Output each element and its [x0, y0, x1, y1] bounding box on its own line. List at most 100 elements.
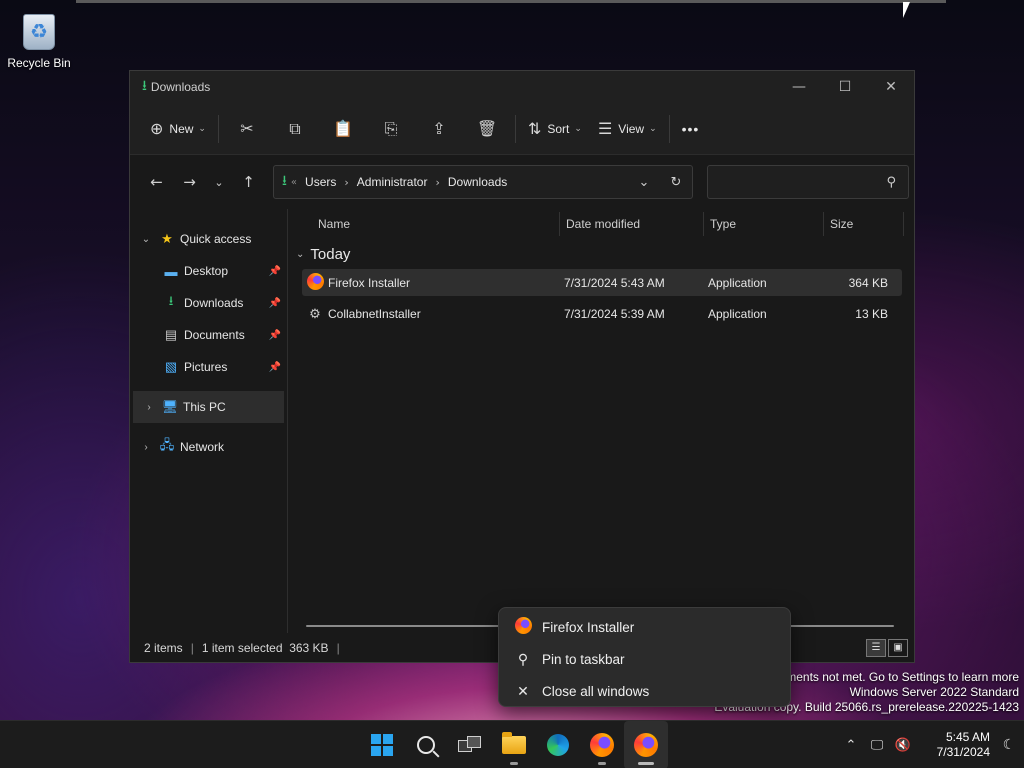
delete-button[interactable]: 🗑 [463, 112, 511, 146]
nav-label: This PC [183, 400, 226, 414]
rename-button[interactable]: ⎘ [367, 112, 415, 146]
search-button[interactable] [404, 721, 448, 768]
new-label: New [169, 121, 194, 136]
nav-label: Documents [184, 328, 245, 342]
file-row[interactable]: ⚙ CollabnetInstaller 7/31/2024 5:39 AM A… [302, 300, 902, 327]
chevron-down-icon: ⌄ [198, 123, 206, 133]
forward-button[interactable]: → [173, 167, 206, 197]
chevron-down-icon: ⌄ [214, 175, 224, 189]
close-button[interactable]: ✕ [868, 71, 914, 103]
recycle-bin-desktop-icon[interactable]: Recycle Bin [4, 8, 74, 70]
arrow-up-icon: ↑ [242, 173, 255, 191]
file-name: CollabnetInstaller [328, 306, 421, 321]
column-size[interactable]: Size [824, 212, 904, 236]
file-type: Application [708, 306, 767, 321]
chevron-right-icon[interactable]: › [344, 176, 348, 189]
jump-list-app-item[interactable]: Firefox Installer [499, 611, 790, 643]
taskbar-jump-list: Firefox Installer ⚲ Pin to taskbar ✕ Clo… [498, 607, 791, 707]
breadcrumb-users[interactable]: Users [305, 175, 336, 189]
focus-assist-moon-icon[interactable]: ☾ [994, 737, 1024, 753]
item-count: 2 items [144, 640, 183, 655]
file-row[interactable]: Firefox Installer 7/31/2024 5:43 AM Appl… [302, 269, 902, 296]
column-headers: Name Date modified Type Size [288, 209, 914, 239]
pin-to-taskbar-item[interactable]: ⚲ Pin to taskbar [499, 643, 790, 675]
arrow-right-icon: → [183, 173, 196, 191]
breadcrumb-downloads[interactable]: Downloads [448, 175, 507, 189]
history-dropdown-icon[interactable]: ⌄ [628, 175, 660, 190]
breadcrumb-administrator[interactable]: Administrator [357, 175, 428, 189]
nav-downloads[interactable]: ⭳ Downloads 📌 [130, 287, 287, 319]
star-icon: ★ [161, 231, 173, 246]
show-hidden-icons-chevron-icon[interactable]: ⌃ [838, 738, 864, 753]
close-all-windows-item[interactable]: ✕ Close all windows [499, 675, 790, 707]
task-view-icon [458, 736, 482, 754]
back-button[interactable]: ← [140, 167, 173, 197]
nav-desktop[interactable]: ▬ Desktop 📌 [130, 255, 287, 287]
share-button[interactable]: ⇪ [415, 112, 463, 146]
column-name[interactable]: Name [288, 212, 560, 236]
address-bar[interactable]: ⭳ « Users › Administrator › Downloads ⌄ … [273, 165, 693, 199]
file-explorer-taskbar-button[interactable] [492, 721, 536, 768]
edge-icon [547, 734, 569, 756]
file-type: Application [708, 275, 767, 290]
nav-quick-access[interactable]: ⌄ ★ Quick access [130, 223, 287, 255]
nav-network[interactable]: › 🖧 Network [130, 431, 287, 463]
recent-locations-button[interactable]: ⌄ [206, 167, 232, 197]
refresh-icon[interactable]: ↻ [660, 175, 692, 190]
windows-logo-icon [371, 734, 393, 756]
nav-this-pc[interactable]: › 🖥 This PC [133, 391, 284, 423]
view-button[interactable]: ☰ View ⌄ [590, 112, 665, 146]
jump-list-label: Close all windows [542, 683, 650, 699]
search-icon: ⚲ [886, 174, 896, 190]
expand-chevron-icon[interactable]: › [141, 402, 157, 413]
volume-muted-icon[interactable]: 🔇 [890, 738, 916, 753]
column-date-modified[interactable]: Date modified [560, 212, 704, 236]
network-status-icon[interactable]: 🖵 [864, 738, 890, 753]
arrow-left-icon: ← [150, 173, 163, 191]
taskbar-apps [360, 721, 668, 768]
application-icon: ⚙ [309, 305, 321, 321]
explorer-body: ⌄ ★ Quick access ▬ Desktop 📌 ⭳ Downloads… [130, 209, 914, 633]
search-input[interactable]: ⚲ [707, 165, 909, 199]
details-view-button[interactable]: ☰ [866, 638, 886, 657]
chevron-down-icon: ⌄ [574, 123, 582, 133]
overflow-chevron-icon[interactable]: « [291, 177, 297, 188]
edge-taskbar-button[interactable] [536, 721, 580, 768]
group-header-today[interactable]: ⌄ Today [288, 239, 914, 269]
title-bar[interactable]: ⭳ Downloads — ☐ ✕ [130, 71, 914, 103]
search-icon [417, 736, 435, 754]
pin-icon: 📌 [268, 361, 281, 373]
list-view-icon: ☰ [597, 120, 613, 138]
more-options-button[interactable]: ••• [674, 112, 708, 146]
downloads-icon: ⭳ [168, 293, 174, 308]
start-button[interactable] [360, 721, 404, 768]
copy-button[interactable]: ⧉ [271, 112, 319, 146]
task-view-button[interactable] [448, 721, 492, 768]
address-actions: ⌄ ↻ [628, 175, 692, 190]
network-icon: 🖧 [159, 437, 175, 452]
clock[interactable]: 5:45 AM 7/31/2024 [916, 730, 994, 760]
chevron-right-icon[interactable]: › [435, 176, 439, 189]
nav-documents[interactable]: ▤ Documents 📌 [130, 319, 287, 351]
tiles-view-button[interactable]: ▣ [888, 638, 908, 657]
sort-button[interactable]: ⇅ Sort ⌄ [520, 112, 590, 146]
nav-pictures[interactable]: ▧ Pictures 📌 [130, 351, 287, 383]
expand-chevron-icon[interactable]: ⌄ [138, 234, 154, 245]
computer-icon: 🖥 [161, 399, 179, 414]
column-type[interactable]: Type [704, 212, 824, 236]
sort-label: Sort [547, 121, 570, 136]
minimize-button[interactable]: — [776, 71, 822, 103]
paste-button[interactable]: 📋 [319, 112, 367, 146]
selection-info: 1 item selected 363 KB [201, 640, 329, 655]
firefox-taskbar-button[interactable] [580, 721, 624, 768]
firefox-installer-taskbar-button[interactable] [624, 721, 668, 768]
maximize-button[interactable]: ☐ [822, 71, 868, 103]
cut-button[interactable]: ✂ [223, 112, 271, 146]
new-button[interactable]: ⊕ New ⌄ [142, 112, 214, 146]
plus-circle-icon: ⊕ [150, 120, 164, 138]
file-size: 364 KB [848, 275, 888, 290]
expand-chevron-icon[interactable]: › [138, 442, 154, 453]
up-button[interactable]: ↑ [232, 167, 265, 197]
taskbar: ⌃ 🖵 🔇 5:45 AM 7/31/2024 ☾ [0, 720, 1024, 768]
pin-icon: 📌 [268, 297, 281, 309]
